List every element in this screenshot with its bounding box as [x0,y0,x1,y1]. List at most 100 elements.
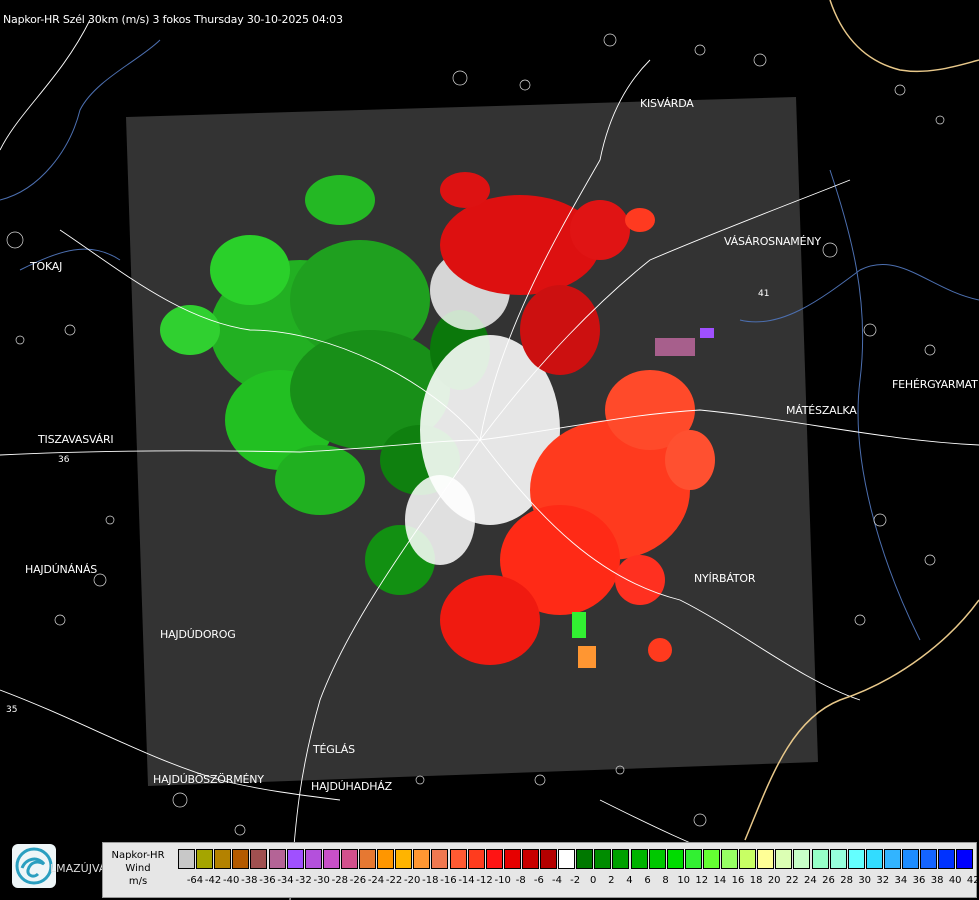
legend-tick-label: 6 [644,875,651,886]
legend-tick-label: -64 [186,875,204,886]
legend-swatch [594,849,612,869]
legend-swatch [449,849,467,869]
legend-swatch [178,849,195,869]
place-teglas: TÉGLÁS [313,743,355,756]
legend-swatch [721,849,738,869]
legend-tick-label: 18 [749,875,763,886]
place-hajduhadhaz: HAJDÚHADHÁZ [311,780,392,793]
place-vasarosnameny: VÁSÁROSNAMÉNY [724,235,821,248]
place-tiszavasvari: TISZAVASVÁRI [38,433,114,446]
legend-swatch [304,849,322,869]
legend-tick-label: -24 [367,875,385,886]
legend-tick-label: -32 [295,875,312,886]
legend-tick-label: -20 [404,875,421,886]
legend-tick-label: -38 [241,875,258,886]
legend-swatch [286,849,304,869]
legend-swatch [467,849,485,869]
place-nyirbator: NYÍRBÁTOR [694,572,756,585]
color-legend: Napkor-HR Wind m/s -64 -42 -40 -38 -36 -34 -32… [102,842,979,898]
legend-swatch [829,849,847,869]
legend-swatch [431,849,449,869]
legend-swatch [503,849,521,869]
legend-swatch [865,849,883,869]
place-hajdudorog: HAJDÚDOROG [160,628,236,641]
legend-tick-label: 30 [858,875,872,886]
legend-tick-label: 42 [966,875,979,886]
place-hajdunanas: HAJDÚNÁNÁS [25,563,98,576]
legend-swatch [485,849,503,869]
road-number-35: 35 [6,705,17,715]
legend-swatch [377,849,395,869]
legend-swatch [359,849,376,869]
legend-swatch [340,849,358,869]
radar-map-page: 36 41 35 Napkor-HR Szél 30km (m/s) 3 fok… [0,0,979,900]
legend-tick-label: 34 [894,875,908,886]
legend-swatch [757,849,775,869]
legend-swatch [268,849,286,869]
legend-swatch [322,849,340,869]
legend-swatch [902,849,919,869]
legend-line-3: m/s [128,876,148,887]
legend-title: Napkor-HR Wind m/s [105,849,171,888]
road-number-36: 36 [58,455,70,465]
legend-tick-label: -18 [422,875,439,886]
legend-tick-label: 22 [785,875,799,886]
legend-tick-label: 0 [590,875,597,886]
legend-tick-label: 2 [608,875,615,886]
legend-swatch [775,849,793,869]
legend-swatch [920,849,938,869]
legend-tick-label: 16 [731,875,745,886]
legend-line-2: Wind [125,863,151,874]
legend-tick-label: -34 [277,875,294,886]
legend-swatch [395,849,413,869]
legend-tick-label: -36 [259,875,276,886]
legend-tick-label: -12 [476,875,493,886]
legend-tick-label: -30 [313,875,330,886]
legend-swatch [702,849,720,869]
legend-swatch [214,849,232,869]
legend-swatch [793,849,811,869]
legend-tick-label: 38 [930,875,944,886]
legend-swatch [521,849,539,869]
legend-swatch [956,849,974,869]
legend-line-1: Napkor-HR [111,850,165,861]
legend-swatch [250,849,268,869]
legend-tick-label: 32 [876,875,890,886]
legend-tick-label: -28 [331,875,348,886]
legend-tick-label: 4 [626,875,633,886]
legend-swatch [883,849,901,869]
legend-tick-label: -40 [223,875,240,886]
legend-swatch [684,849,702,869]
place-kisvarda: KISVÁRDA [640,97,694,110]
legend-tick-label: -26 [349,875,367,886]
legend-swatch [558,849,576,869]
legend-swatch [630,849,648,869]
legend-swatch [938,849,956,869]
legend-tick-label: 8 [662,875,669,886]
legend-tick-label: 26 [822,875,835,886]
legend-tick-label: -8 [515,875,526,886]
legend-tick-label: -4 [552,875,562,886]
legend-swatch [811,849,829,869]
legend-swatch [196,849,214,869]
legend-tick-label: 28 [840,875,853,886]
place-hajduboszormeny: HAJDÚBÖSZÖRMÉNY [153,773,264,786]
place-tokaj: TOKAJ [30,260,63,273]
legend-swatch [648,849,666,869]
legend-swatch [413,849,431,869]
legend-tick-label: 12 [695,875,709,886]
legend-tick-label: 40 [948,875,962,886]
road-number-41: 41 [758,289,769,299]
legend-swatch [232,849,250,869]
legend-swatch [540,849,557,869]
legend-tick-label: 20 [767,875,781,886]
legend-tick-label: 14 [713,875,727,886]
legend-tick-label: -2 [570,875,581,886]
legend-swatch [666,849,684,869]
place-mateszalka: MÁTÉSZALKA [786,404,857,417]
legend-tick-label: 36 [912,875,926,886]
legend-tick-label: -42 [204,875,222,886]
legend-swatch [576,849,594,869]
legend-swatch [847,849,865,869]
legend-tick-label: -6 [533,875,544,886]
